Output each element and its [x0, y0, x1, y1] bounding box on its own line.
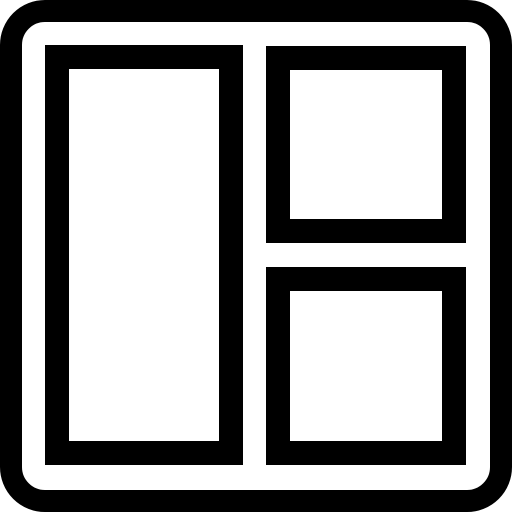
panel-bottom-right	[266, 267, 466, 465]
layout-icon	[0, 0, 512, 512]
panel-left-column	[45, 45, 243, 465]
outer-frame	[0, 0, 512, 512]
panel-top-right	[266, 46, 466, 243]
icon-canvas	[0, 0, 512, 512]
